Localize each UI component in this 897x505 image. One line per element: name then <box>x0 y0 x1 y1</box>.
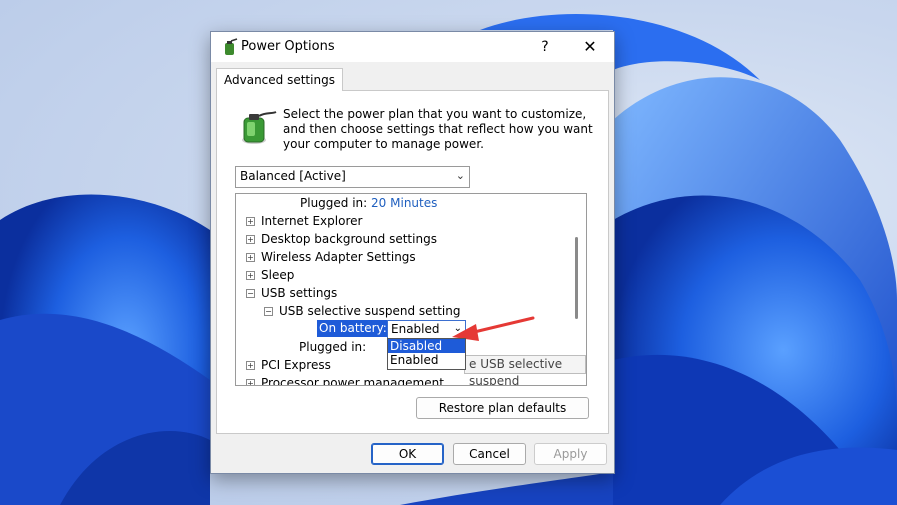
plugged-in-label: Plugged in: <box>299 340 367 354</box>
chevron-down-icon: ⌄ <box>455 169 465 182</box>
expand-icon[interactable]: + <box>246 271 255 280</box>
tooltip: e USB selective suspend <box>464 355 586 385</box>
dropdown-option-disabled[interactable]: Disabled <box>388 339 465 353</box>
power-plan-value: Balanced [Active] <box>240 169 346 183</box>
plugged-in-row-bottom[interactable]: Plugged in: <box>299 338 366 356</box>
help-button[interactable]: ? <box>529 36 561 58</box>
on-battery-label[interactable]: On battery: <box>317 320 391 337</box>
dropdown-options-list[interactable]: Disabled Enabled <box>387 338 466 370</box>
apply-button[interactable]: Apply <box>534 443 607 465</box>
power-options-dialog: Power Options ? ✕ Advanced settings Sele… <box>210 31 615 474</box>
plan-description: Select the power plan that you want to c… <box>283 107 593 151</box>
power-plan-dropdown[interactable]: Balanced [Active] ⌄ <box>235 166 470 188</box>
dropdown-option-enabled[interactable]: Enabled <box>388 353 465 367</box>
expand-icon[interactable]: + <box>246 253 255 262</box>
title-bar[interactable]: Power Options ? ✕ <box>211 32 614 62</box>
tree-item-label: Processor power management <box>261 376 444 386</box>
advanced-settings-panel: Select the power plan that you want to c… <box>216 90 609 434</box>
collapse-icon[interactable]: − <box>246 289 255 298</box>
ok-button[interactable]: OK <box>371 443 444 465</box>
plugged-in-row-top[interactable]: Plugged in: 20 Minutes <box>300 194 437 212</box>
tree-item-label: Sleep <box>261 268 295 282</box>
expand-icon[interactable]: + <box>246 361 255 370</box>
tree-item-label: Wireless Adapter Settings <box>261 250 416 264</box>
power-options-icon <box>225 38 238 55</box>
tab-advanced-settings[interactable]: Advanced settings <box>216 68 343 91</box>
plugged-in-label: Plugged in: <box>300 196 368 210</box>
window-title: Power Options <box>241 39 335 54</box>
chevron-down-icon: ⌄ <box>453 323 462 334</box>
tree-item-label: PCI Express <box>261 358 331 372</box>
expand-icon[interactable]: + <box>246 235 255 244</box>
collapse-icon[interactable]: − <box>264 307 273 316</box>
expand-icon[interactable]: + <box>246 217 255 226</box>
tree-item-label: USB settings <box>261 286 338 300</box>
on-battery-dropdown[interactable]: Enabled ⌄ <box>387 320 466 339</box>
power-plan-icon <box>242 111 277 144</box>
cancel-button[interactable]: Cancel <box>453 443 526 465</box>
restore-plan-defaults-button[interactable]: Restore plan defaults <box>416 397 589 419</box>
close-button[interactable]: ✕ <box>574 36 606 58</box>
expand-icon[interactable]: + <box>246 379 255 385</box>
tree-item-label: Internet Explorer <box>261 214 363 228</box>
on-battery-value: Enabled <box>391 322 440 336</box>
tree-item-label: USB selective suspend setting <box>279 304 461 318</box>
settings-tree[interactable]: Plugged in: 20 Minutes + Internet Explor… <box>235 193 587 386</box>
tree-item-label: Desktop background settings <box>261 232 437 246</box>
scrollbar-thumb[interactable] <box>575 237 578 319</box>
plugged-in-value-link[interactable]: 20 Minutes <box>371 196 437 210</box>
